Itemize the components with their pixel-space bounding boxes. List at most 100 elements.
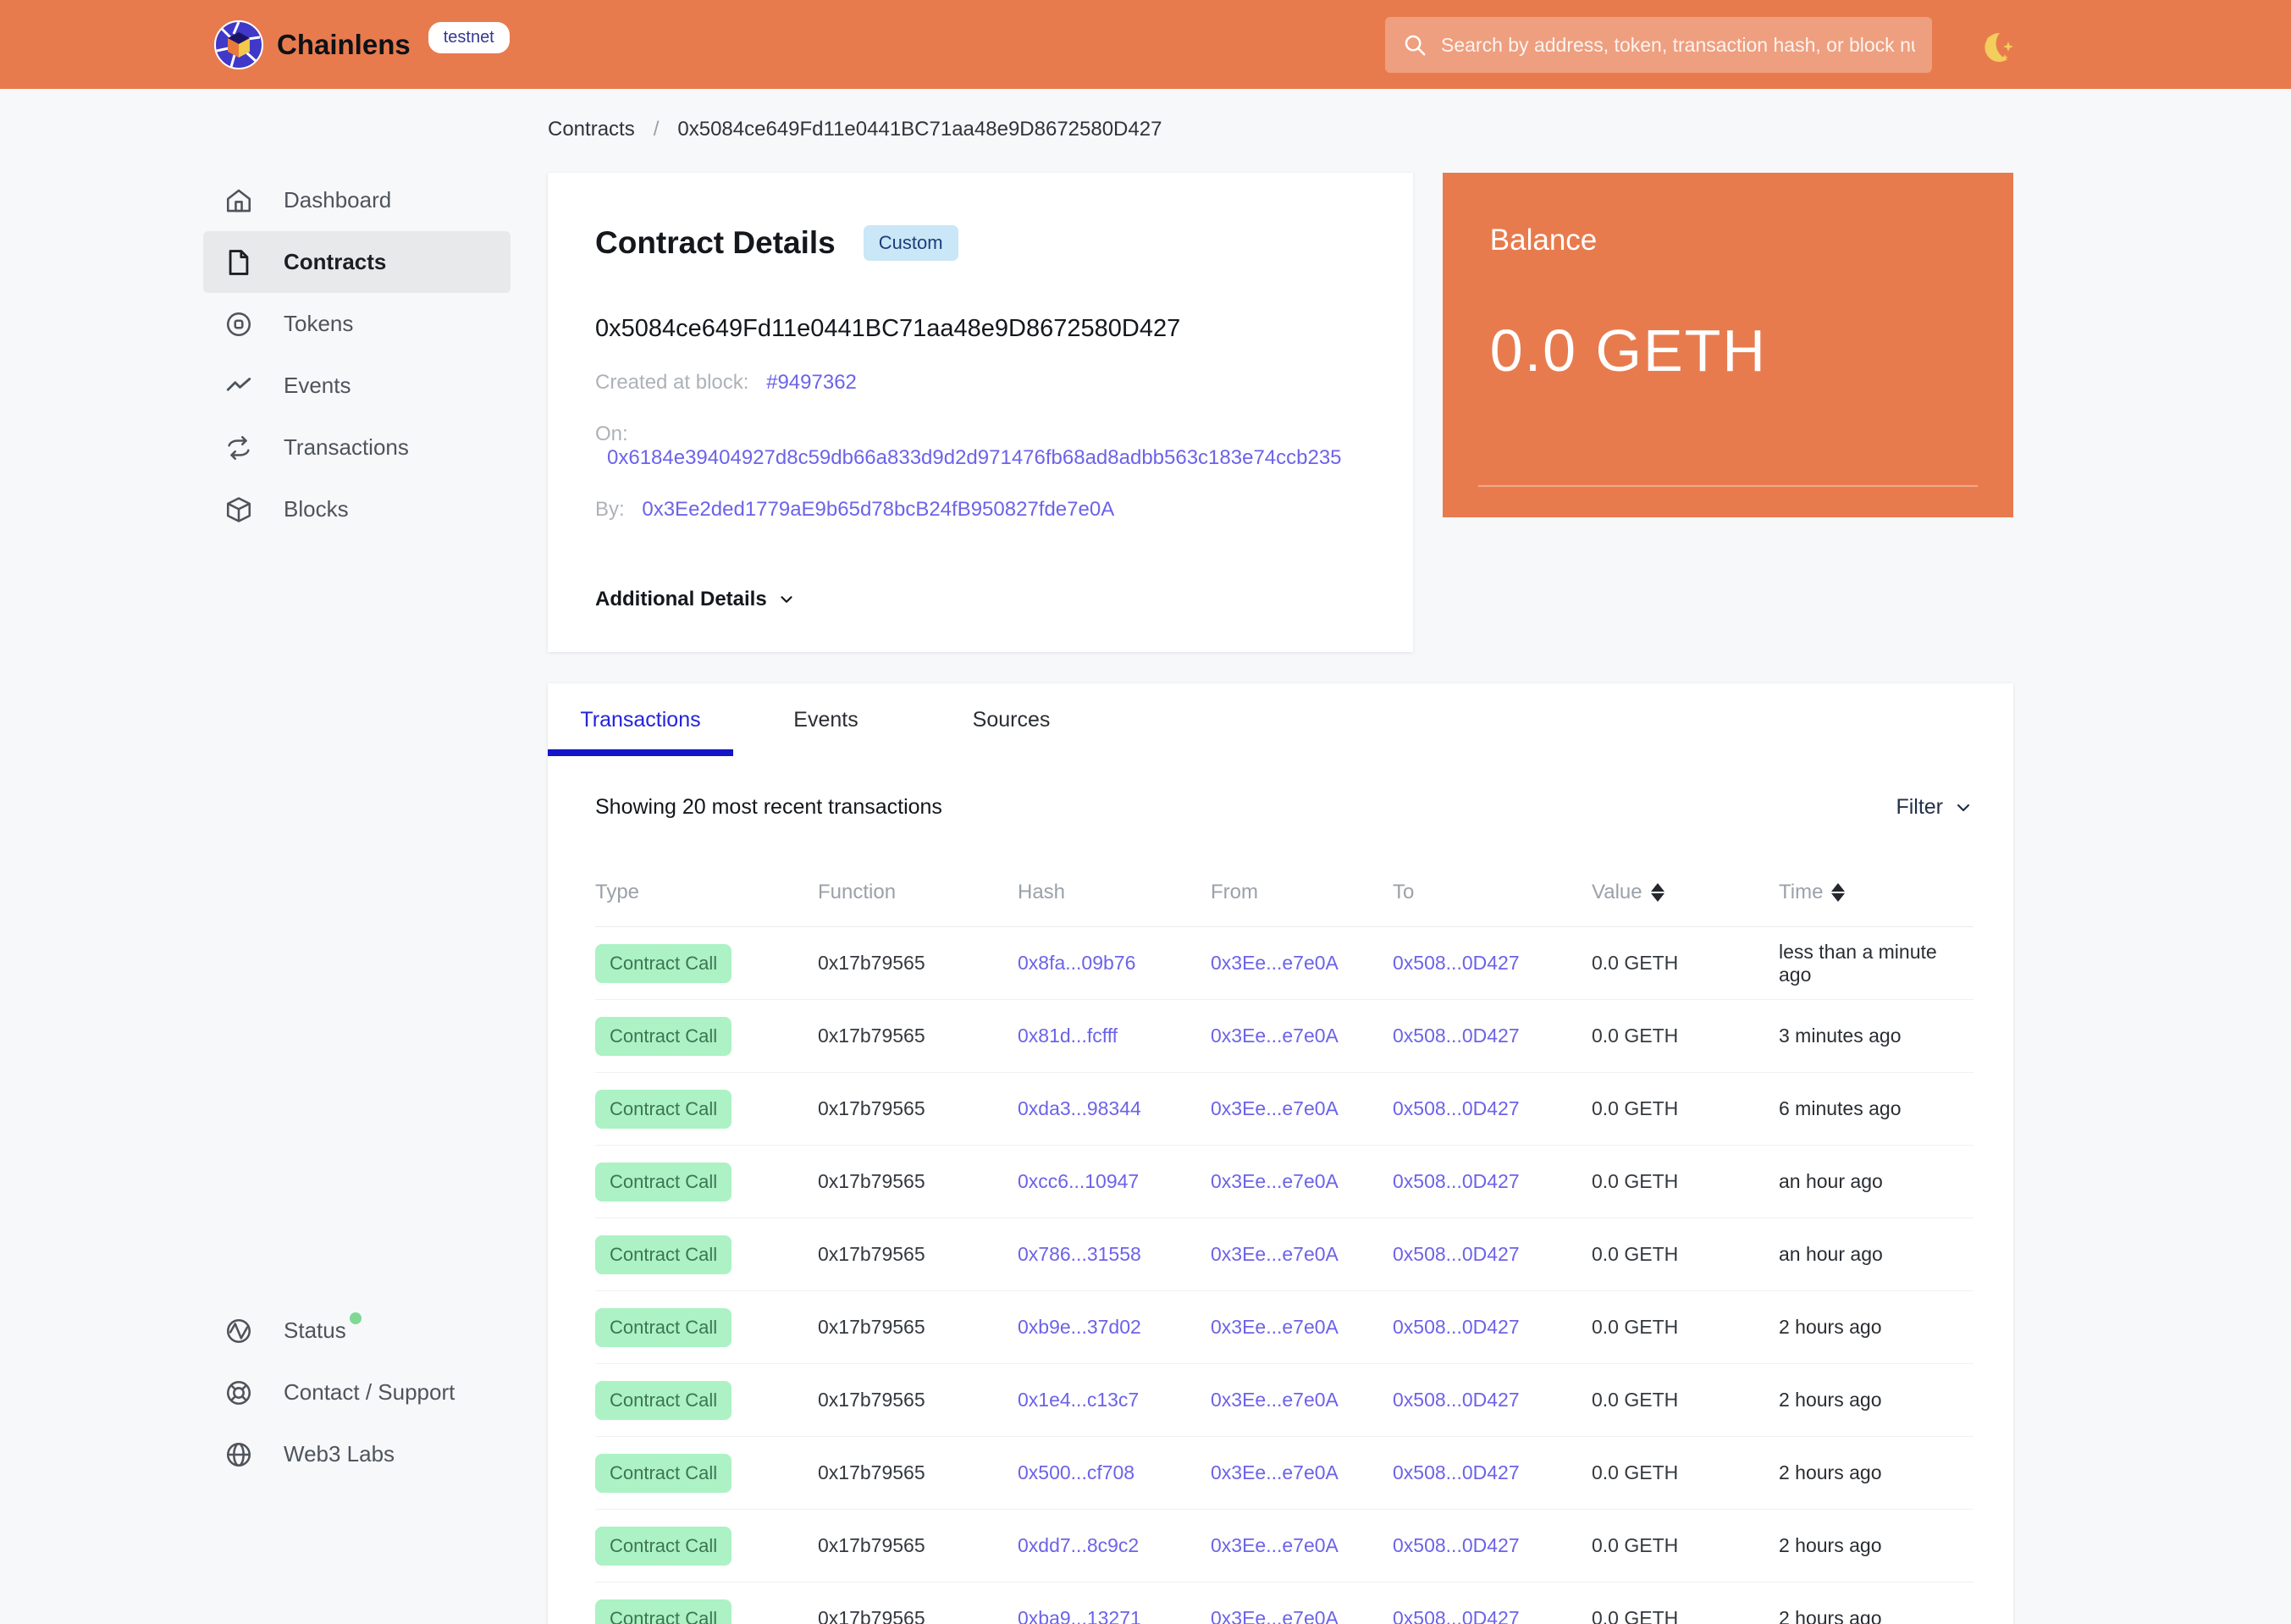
search-box[interactable] <box>1385 17 1932 73</box>
tx-hash-link[interactable]: 0xdd7...8c9c2 <box>1018 1534 1139 1556</box>
tx-from-link[interactable]: 0x3Ee...e7e0A <box>1211 1316 1339 1338</box>
search-input[interactable] <box>1441 33 1915 57</box>
tx-from-cell: 0x3Ee...e7e0A <box>1211 1025 1393 1047</box>
table-row: Contract Call 0x17b79565 0xdd7...8c9c2 0… <box>595 1510 1974 1583</box>
brand-name: Chainlens <box>277 28 411 60</box>
tx-from-link[interactable]: 0x3Ee...e7e0A <box>1211 1389 1339 1411</box>
tx-hash-cell: 0xda3...98344 <box>1018 1097 1211 1120</box>
sidebar-item-dashboard[interactable]: Dashboard <box>203 169 511 231</box>
additional-details-toggle[interactable]: Additional Details <box>595 588 796 611</box>
tx-to-link[interactable]: 0x508...0D427 <box>1393 952 1520 974</box>
tx-hash-link[interactable]: 0x8fa...09b76 <box>1018 952 1135 974</box>
table-row: Contract Call 0x17b79565 0x81d...fcfff 0… <box>595 1000 1974 1073</box>
table-row: Contract Call 0x17b79565 0x786...31558 0… <box>595 1218 1974 1291</box>
tx-from-link[interactable]: 0x3Ee...e7e0A <box>1211 1025 1339 1047</box>
sidebar-item-transactions[interactable]: Transactions <box>203 417 511 478</box>
brand-group[interactable]: Chainlens testnet <box>214 19 510 69</box>
creation-tx-hash-link[interactable]: 0x6184e39404927d8c59db66a833d9d2d971476f… <box>607 446 1342 469</box>
tx-to-link[interactable]: 0x508...0D427 <box>1393 1243 1520 1265</box>
balance-title: Balance <box>1489 224 1598 257</box>
repeat-icon <box>224 433 254 463</box>
tx-from-cell: 0x3Ee...e7e0A <box>1211 1534 1393 1557</box>
contract-call-badge: Contract Call <box>595 1526 732 1566</box>
tab-sources[interactable]: Sources <box>919 683 1104 756</box>
sidebar-item-contact-support[interactable]: Contact / Support <box>203 1362 511 1423</box>
transactions-table-body: Contract Call 0x17b79565 0x8fa...09b76 0… <box>548 927 2013 1624</box>
search-icon <box>1405 35 1426 56</box>
tx-type-cell: Contract Call <box>595 1599 818 1624</box>
theme-toggle-button[interactable] <box>1973 25 2023 76</box>
sidebar-item-contracts[interactable]: Contracts <box>203 231 511 293</box>
creator-address-link[interactable]: 0x3Ee2ded1779aE9b65d78bcB24fB950827fde7e… <box>642 498 1114 521</box>
main-content: Contracts / 0x5084ce649Fd11e0441BC71aa48… <box>548 89 2013 1624</box>
chevron-down-icon <box>781 596 792 603</box>
tx-to-link[interactable]: 0x508...0D427 <box>1393 1534 1520 1556</box>
tx-to-link[interactable]: 0x508...0D427 <box>1393 1607 1520 1624</box>
home-icon <box>224 185 254 216</box>
sidebar-item-web3-labs[interactable]: Web3 Labs <box>203 1423 511 1485</box>
tx-time-cell: 3 minutes ago <box>1779 1025 1902 1047</box>
tx-value-cell: 0.0 GETH <box>1592 1316 1679 1338</box>
tx-from-link[interactable]: 0x3Ee...e7e0A <box>1211 952 1339 974</box>
tx-value-cell: 0.0 GETH <box>1592 1025 1679 1047</box>
tx-to-link[interactable]: 0x508...0D427 <box>1393 1316 1520 1338</box>
contract-call-badge: Contract Call <box>595 1453 732 1493</box>
lifebuoy-icon <box>224 1378 254 1408</box>
filter-button[interactable]: Filter <box>1896 795 1974 820</box>
table-row: Contract Call 0x17b79565 0xb9e...37d02 0… <box>595 1291 1974 1364</box>
tx-to-link[interactable]: 0x508...0D427 <box>1393 1025 1520 1047</box>
balance-card: Balance 0.0 GETH <box>1442 173 2013 517</box>
breadcrumb-separator: / <box>653 118 660 141</box>
tab-bar: Transactions Events Sources <box>548 683 2013 756</box>
sidebar-item-blocks[interactable]: Blocks <box>203 478 511 540</box>
tx-hash-link[interactable]: 0xcc6...10947 <box>1018 1170 1139 1192</box>
sidebar-item-status[interactable]: Status <box>203 1300 511 1362</box>
created-block-link[interactable]: #9497362 <box>766 371 857 394</box>
column-header-value[interactable]: Value <box>1592 881 1779 904</box>
tx-type-cell: Contract Call <box>595 1526 818 1566</box>
tab-transactions[interactable]: Transactions <box>548 683 733 756</box>
sort-icon[interactable] <box>1831 883 1846 902</box>
tx-hash-link[interactable]: 0x500...cf708 <box>1018 1461 1134 1483</box>
column-header-to: To <box>1393 881 1415 903</box>
tx-from-link[interactable]: 0x3Ee...e7e0A <box>1211 1097 1339 1119</box>
tx-from-link[interactable]: 0x3Ee...e7e0A <box>1211 1170 1339 1192</box>
chevron-down-icon <box>1957 804 1970 811</box>
contract-call-badge: Contract Call <box>595 1089 732 1129</box>
contract-on-line: On: 0x6184e39404927d8c59db66a833d9d2d971… <box>595 423 1366 470</box>
tx-to-link[interactable]: 0x508...0D427 <box>1393 1097 1520 1119</box>
sidebar-item-tokens[interactable]: Tokens <box>203 293 511 355</box>
sort-icon[interactable] <box>1650 883 1664 902</box>
table-row: Contract Call 0x17b79565 0xda3...98344 0… <box>595 1073 1974 1146</box>
tx-hash-link[interactable]: 0xba9...13271 <box>1018 1607 1141 1624</box>
tx-value-cell: 0.0 GETH <box>1592 1607 1679 1624</box>
tx-to-cell: 0x508...0D427 <box>1393 1170 1592 1193</box>
sidebar-item-events[interactable]: Events <box>203 355 511 417</box>
tx-time-cell: 2 hours ago <box>1779 1607 1882 1624</box>
tab-events[interactable]: Events <box>733 683 919 756</box>
tx-hash-link[interactable]: 0x81d...fcfff <box>1018 1025 1118 1047</box>
tx-to-link[interactable]: 0x508...0D427 <box>1393 1389 1520 1411</box>
tx-type-cell: Contract Call <box>595 1380 818 1420</box>
tx-from-cell: 0x3Ee...e7e0A <box>1211 1607 1393 1624</box>
tx-from-link[interactable]: 0x3Ee...e7e0A <box>1211 1461 1339 1483</box>
column-header-function: Function <box>818 881 897 903</box>
tx-from-link[interactable]: 0x3Ee...e7e0A <box>1211 1243 1339 1265</box>
tx-type-cell: Contract Call <box>595 1307 818 1347</box>
tx-type-cell: Contract Call <box>595 1089 818 1129</box>
contract-call-badge: Contract Call <box>595 1307 732 1347</box>
tx-to-cell: 0x508...0D427 <box>1393 1025 1592 1047</box>
tx-from-link[interactable]: 0x3Ee...e7e0A <box>1211 1607 1339 1624</box>
tx-hash-link[interactable]: 0xda3...98344 <box>1018 1097 1141 1119</box>
transactions-summary: Showing 20 most recent transactions <box>595 795 942 819</box>
breadcrumb-contracts-link[interactable]: Contracts <box>548 118 635 141</box>
tx-from-link[interactable]: 0x3Ee...e7e0A <box>1211 1534 1339 1556</box>
tx-hash-link[interactable]: 0x1e4...c13c7 <box>1018 1389 1139 1411</box>
tx-hash-link[interactable]: 0xb9e...37d02 <box>1018 1316 1141 1338</box>
tx-from-cell: 0x3Ee...e7e0A <box>1211 1170 1393 1193</box>
tx-to-link[interactable]: 0x508...0D427 <box>1393 1461 1520 1483</box>
tx-hash-link[interactable]: 0x786...31558 <box>1018 1243 1141 1265</box>
tx-type-cell: Contract Call <box>595 1235 818 1274</box>
tx-to-link[interactable]: 0x508...0D427 <box>1393 1170 1520 1192</box>
column-header-time[interactable]: Time <box>1779 881 1974 904</box>
